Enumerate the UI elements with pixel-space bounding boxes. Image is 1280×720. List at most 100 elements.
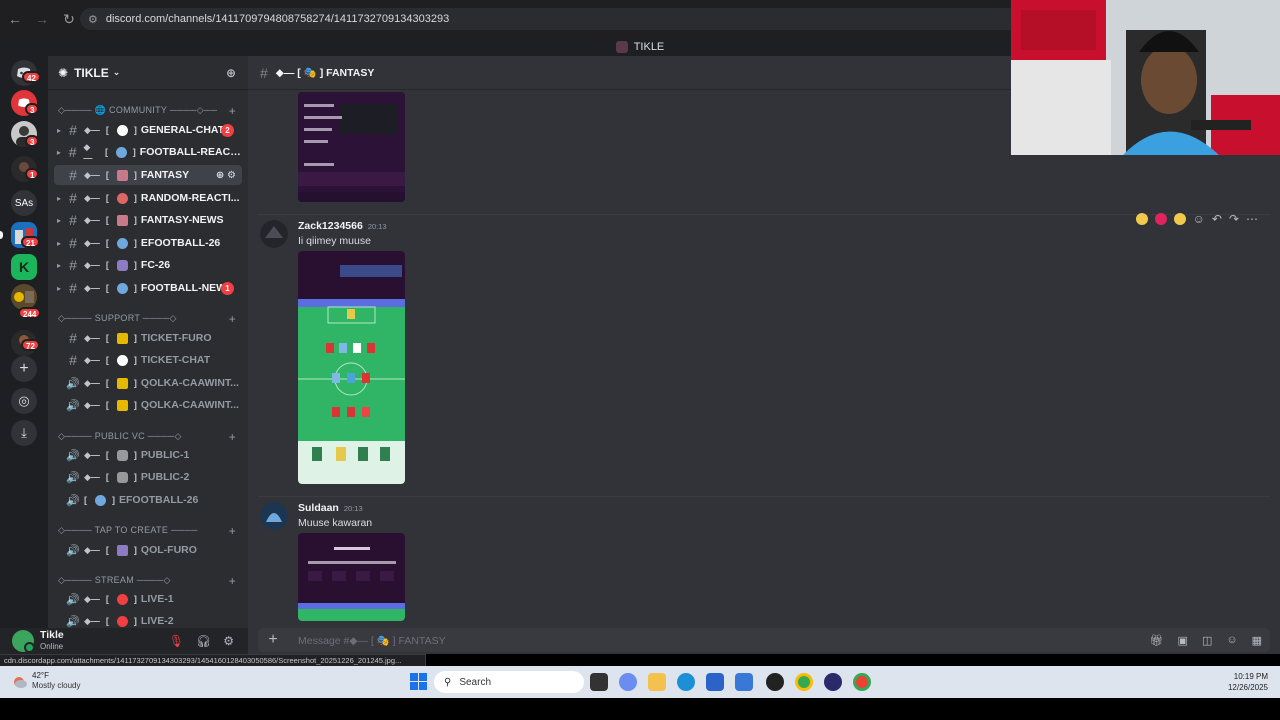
obs-icon[interactable]: [766, 673, 784, 691]
gif-icon[interactable]: ▣: [1178, 634, 1188, 647]
task-view-icon[interactable]: [590, 673, 608, 691]
globe-icon: [95, 494, 106, 506]
category-support[interactable]: ◇──── SUPPORT ────◇ +: [58, 312, 240, 326]
invite-people-icon[interactable]: ⊕: [226, 66, 236, 80]
message-composer[interactable]: + Message #◆— [ 🎭 ] FANTASY 🎁︎ ▣ ◫ ☺ ▦: [258, 628, 1270, 652]
timestamp: 20:13: [367, 222, 387, 231]
globe-icon: [116, 237, 128, 249]
author-avatar[interactable]: [260, 220, 288, 248]
reload-icon[interactable]: ↻: [57, 7, 81, 31]
edge-browser-icon[interactable]: [677, 673, 695, 691]
store-icon[interactable]: [706, 673, 724, 691]
channel-public-2[interactable]: 🔊 ◆—[] PUBLIC-2: [54, 467, 242, 487]
forward-icon[interactable]: ↷: [1229, 212, 1239, 226]
channel-general-chat[interactable]: ▸ # ◆—[] GENERAL-CHAT 2: [54, 120, 242, 140]
create-channel-icon[interactable]: +: [229, 312, 236, 326]
chevron-right-icon: ▸: [56, 238, 61, 248]
author-name[interactable]: Suldaan: [298, 502, 339, 514]
server-icon-sas[interactable]: SAs: [11, 190, 37, 216]
apps-icon[interactable]: ▦: [1252, 634, 1262, 647]
download-apps-button[interactable]: ⤓: [11, 420, 37, 446]
address-bar[interactable]: ⚙ discord.com/channels/14117097948087582…: [80, 8, 1020, 30]
channel-live-2[interactable]: 🔊 ◆—[] LIVE-2: [54, 611, 242, 628]
speaker-icon: 🔊: [66, 449, 80, 462]
gift-icon[interactable]: 🎁︎: [1150, 634, 1164, 647]
add-attachment-icon[interactable]: +: [258, 631, 288, 649]
unread-badge: 42: [22, 71, 41, 83]
microphone-icon: [116, 449, 128, 461]
gear-icon[interactable]: ⚙: [223, 634, 234, 648]
channel-football-news[interactable]: ▸ # ◆—[] FOOTBALL-NEWS 1: [54, 278, 242, 298]
discover-button[interactable]: ◎: [11, 388, 37, 414]
create-channel-icon[interactable]: +: [229, 524, 236, 538]
chevron-right-icon: ▸: [56, 283, 61, 293]
channel-fantasy-news[interactable]: ▸ # ◆—[] FANTASY-NEWS: [54, 210, 242, 230]
add-server-button[interactable]: +: [11, 356, 37, 382]
message-text: Muuse kawaran: [298, 517, 373, 529]
username: Tikle: [40, 629, 64, 641]
guild-header[interactable]: ✺ TIKLE ⌄ ⊕: [48, 56, 248, 90]
taskbar-search[interactable]: ⚲ Search: [434, 671, 584, 693]
image-attachment[interactable]: [298, 533, 405, 621]
category-stream[interactable]: ◇──── STREAM ────◇ +: [58, 574, 240, 588]
user-info[interactable]: Tikle Online: [40, 630, 64, 652]
image-attachment[interactable]: [298, 251, 405, 484]
channel-fantasy[interactable]: # ◆—[] FANTASY ⊕ ⚙: [54, 165, 242, 185]
heart-emoji-icon[interactable]: [1154, 213, 1167, 225]
channel-football-react[interactable]: ▸ # ◆—[] FOOTBALL-REACT...: [54, 142, 242, 163]
compass-icon: ◎: [18, 393, 30, 408]
channel-efootball-26[interactable]: ▸ # ◆—[] EFOOTBALL-26: [54, 233, 242, 253]
create-channel-icon[interactable]: +: [229, 574, 236, 588]
headphones-icon[interactable]: 🎧︎: [196, 634, 211, 648]
channel-qolka-caawinta-1[interactable]: 🔊 ◆—[] QOLKA-CAAWINT...: [54, 373, 242, 393]
server-icon-k[interactable]: K: [11, 254, 37, 280]
ticket-icon: [116, 399, 128, 411]
reply-icon[interactable]: ↶: [1212, 212, 1222, 226]
channel-qolka-caawinta-2[interactable]: 🔊 ◆—[] QOLKA-CAAWINT...: [54, 395, 242, 415]
message-input[interactable]: Message #◆— [ 🎭 ] FANTASY: [298, 634, 446, 647]
channel-ticket-furo[interactable]: # ◆—[] TICKET-FURO: [54, 328, 242, 348]
emoji-picker-icon[interactable]: ☺: [1226, 634, 1237, 647]
laughing-emoji-icon[interactable]: [1135, 213, 1148, 225]
channel-qol-furo[interactable]: 🔊 ◆—[] QOL-FURO: [54, 540, 242, 560]
site-info-icon[interactable]: ⚙: [88, 13, 98, 26]
ticket-icon: [116, 332, 128, 344]
chrome-icon[interactable]: [795, 673, 813, 691]
channel-efootball-26-vc[interactable]: 🔊[] EFOOTBALL-26: [54, 490, 242, 510]
hashtag-icon: #: [69, 212, 77, 228]
channel-settings-icon[interactable]: ⊕ ⚙: [216, 170, 236, 181]
system-clock[interactable]: 10:19 PM 12/26/2025: [1228, 671, 1268, 693]
create-channel-icon[interactable]: +: [229, 430, 236, 444]
windows-start-icon[interactable]: [410, 673, 427, 690]
author-avatar[interactable]: [260, 502, 288, 530]
copilot-icon[interactable]: [619, 673, 637, 691]
sticker-icon[interactable]: ◫: [1202, 634, 1212, 647]
link-preview-status: cdn.discordapp.com/attachments/141173270…: [0, 654, 426, 666]
outlook-icon[interactable]: [735, 673, 753, 691]
mute-microphone-icon[interactable]: 🎙︎: [169, 634, 184, 648]
speaker-icon: 🔊: [66, 494, 80, 507]
app-icon[interactable]: [824, 673, 842, 691]
weather-widget[interactable]: 42°F Mostly cloudy: [12, 671, 80, 691]
add-reaction-icon[interactable]: ☺: [1193, 212, 1205, 226]
create-channel-icon[interactable]: +: [229, 104, 236, 118]
forward-icon[interactable]: →: [30, 7, 54, 31]
channel-live-1[interactable]: 🔊 ◆—[] LIVE-1: [54, 589, 242, 609]
author-name[interactable]: Zack1234566: [298, 220, 363, 232]
user-avatar[interactable]: [12, 630, 35, 653]
channel-fc-26[interactable]: ▸ # ◆—[] FC-26: [54, 255, 242, 275]
channel-ticket-chat[interactable]: # ◆—[] TICKET-CHAT: [54, 350, 242, 370]
channel-random-reacti[interactable]: ▸ # ◆—[] RANDOM-REACTI...: [54, 188, 242, 208]
category-community[interactable]: ◇──── 🌐 COMMUNITY ────◇── +: [58, 104, 240, 118]
image-attachment[interactable]: [298, 92, 405, 202]
kiss-emoji-icon[interactable]: [1173, 213, 1186, 225]
channel-public-1[interactable]: 🔊 ◆—[] PUBLIC-1: [54, 445, 242, 465]
chrome-profile-icon[interactable]: [853, 673, 871, 691]
message-text: Ii qiimey muuse: [298, 235, 371, 247]
back-icon[interactable]: ←: [3, 7, 27, 31]
category-public-vc[interactable]: ◇──── PUBLIC VC ────◇ +: [58, 430, 240, 444]
file-explorer-icon[interactable]: [648, 673, 666, 691]
timestamp: 20:13: [343, 504, 363, 513]
more-options-icon[interactable]: ⋯: [1246, 212, 1258, 226]
category-tap-to-create[interactable]: ◇──── TAP TO CREATE ──── +: [58, 524, 240, 538]
